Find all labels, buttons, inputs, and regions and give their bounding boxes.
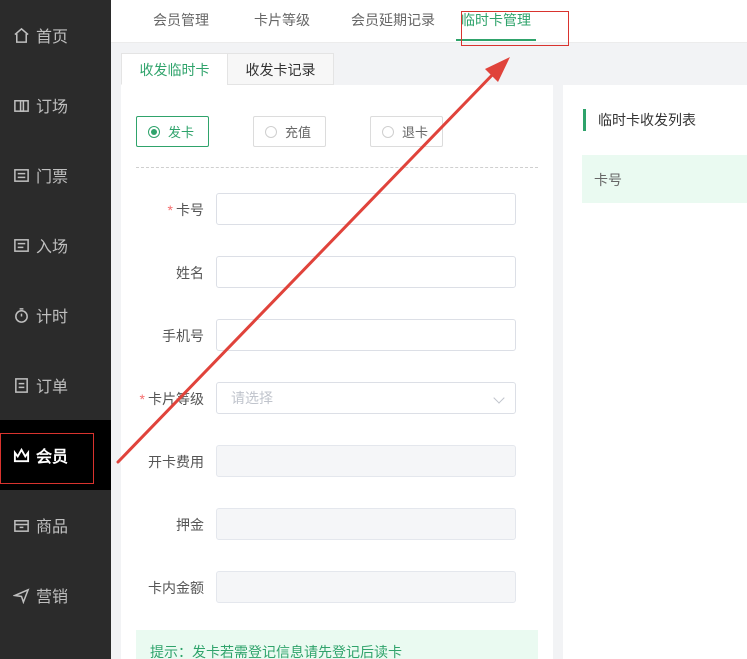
sidebar-item-order[interactable]: 订单	[0, 350, 111, 420]
sidebar-item-label: 入场	[36, 239, 69, 256]
top-tab-bar: 会员管理 卡片等级 会员延期记录 临时卡管理	[111, 0, 747, 43]
list-title: 临时卡收发列表	[583, 109, 696, 131]
sidebar-item-ticket[interactable]: 门票	[0, 140, 111, 210]
temp-card-list-panel: 临时卡收发列表 卡号	[563, 85, 747, 659]
sidebar-item-label: 首页	[36, 29, 69, 46]
tab-member-management[interactable]: 会员管理	[153, 0, 209, 43]
card-level-select[interactable]: 请选择	[216, 382, 516, 414]
ticket-icon	[12, 166, 30, 184]
subtab-card-records[interactable]: 收发卡记录	[227, 53, 334, 85]
court-icon	[12, 96, 30, 114]
radio-recharge[interactable]: 充值	[253, 116, 326, 147]
radio-issue-card[interactable]: 发卡	[136, 116, 209, 147]
annotation-box-member-item	[0, 433, 94, 484]
radio-dot	[148, 125, 160, 138]
radio-return-card[interactable]: 退卡	[370, 116, 443, 147]
card-level-placeholder: 请选择	[231, 390, 273, 406]
sidebar-item-label: 计时	[36, 309, 69, 326]
annotation-box-temp-card-tab	[461, 11, 569, 46]
balance-label: 卡内金额	[148, 580, 204, 596]
marketing-icon	[12, 586, 30, 604]
tab-card-level[interactable]: 卡片等级	[254, 0, 310, 43]
name-label: 姓名	[176, 265, 204, 281]
sidebar-item-timer[interactable]: 计时	[0, 280, 111, 350]
subtab-issue-temp-card[interactable]: 收发临时卡	[121, 53, 228, 85]
card-no-input[interactable]	[216, 193, 516, 225]
order-icon	[12, 376, 30, 394]
card-no-label: * 卡号	[167, 202, 204, 218]
goods-icon	[12, 516, 30, 534]
phone-input[interactable]	[216, 319, 516, 351]
radio-label: 发卡	[168, 125, 195, 140]
radio-label: 退卡	[402, 125, 429, 140]
sidebar-item-label: 商品	[36, 519, 69, 536]
sidebar-item-label: 营销	[36, 589, 69, 606]
timer-icon	[12, 306, 30, 324]
home-icon	[12, 26, 30, 44]
sidebar-item-home[interactable]: 首页	[0, 0, 111, 70]
deposit-label: 押金	[176, 517, 204, 533]
sidebar-item-marketing[interactable]: 营销	[0, 560, 111, 630]
radio-dot	[382, 125, 394, 138]
sidebar-item-label: 订单	[36, 379, 69, 396]
dashed-divider	[136, 167, 538, 168]
phone-label: 手机号	[162, 328, 204, 344]
open-fee-label: 开卡费用	[148, 454, 204, 470]
balance-input[interactable]	[216, 571, 516, 603]
entry-icon	[12, 236, 30, 254]
issue-card-form-panel: 发卡 充值 退卡 * 卡号 姓名 手机号 * 卡片等级 请选择 开卡费用 押金 卡内…	[121, 85, 553, 659]
sidebar-item-label: 订场	[36, 99, 69, 116]
radio-dot	[265, 125, 277, 138]
sidebar: 首页 订场 门票 入场 计时 订单 会员 商品 营销	[0, 0, 111, 659]
hint-banner: 提示：发卡若需登记信息请先登记后读卡	[136, 630, 538, 659]
column-header-card-no: 卡号	[582, 155, 747, 203]
sidebar-item-goods[interactable]: 商品	[0, 490, 111, 560]
deposit-input[interactable]	[216, 508, 516, 540]
name-input[interactable]	[216, 256, 516, 288]
open-fee-input[interactable]	[216, 445, 516, 477]
sidebar-item-court[interactable]: 订场	[0, 70, 111, 140]
tab-member-extension-records[interactable]: 会员延期记录	[351, 0, 435, 43]
card-level-label: * 卡片等级	[139, 391, 204, 407]
chevron-down-icon	[493, 392, 505, 404]
radio-label: 充值	[285, 125, 312, 140]
sidebar-item-entry[interactable]: 入场	[0, 210, 111, 280]
sidebar-item-label: 门票	[36, 169, 69, 186]
